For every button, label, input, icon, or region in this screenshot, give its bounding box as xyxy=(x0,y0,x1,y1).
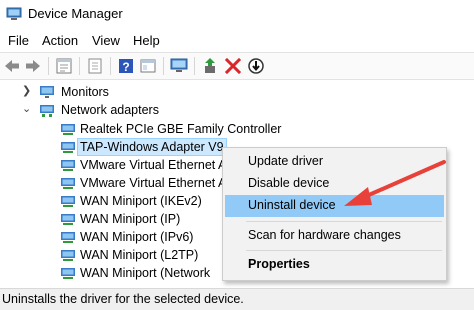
toolbar-separator xyxy=(194,57,195,75)
properties-menu-item[interactable]: Properties xyxy=(225,254,444,276)
back-icon[interactable] xyxy=(3,57,21,75)
view-icon[interactable] xyxy=(139,57,157,75)
network-adapter-icon xyxy=(61,268,75,279)
tree-item-network-adapters[interactable]: ⌄ Network adapters xyxy=(0,100,300,120)
menu-separator xyxy=(246,221,442,222)
forward-icon[interactable] xyxy=(24,57,42,75)
menu-item-label: Update driver xyxy=(248,154,324,168)
toolbar-separator xyxy=(110,57,111,75)
adapter-label: WAN Miniport (IP) xyxy=(80,212,181,226)
adapter-label: VMware Virtual Ethernet A xyxy=(80,176,227,190)
adapter-label: Realtek PCIe GBE Family Controller xyxy=(80,122,282,136)
update-driver-icon[interactable] xyxy=(86,57,104,75)
scan-icon[interactable] xyxy=(170,57,188,75)
network-adapter-icon xyxy=(61,142,75,153)
network-icon xyxy=(40,105,54,117)
update-driver-menu-item[interactable]: Update driver xyxy=(225,151,444,173)
adapter-label: WAN Miniport (IPv6) xyxy=(80,230,194,244)
title-bar: Device Manager xyxy=(0,0,474,30)
menu-bar: File Action View Help xyxy=(0,30,474,52)
menu-separator xyxy=(246,250,442,251)
network-adapter-icon xyxy=(61,196,75,207)
network-adapter-icon xyxy=(61,250,75,261)
menu-help[interactable]: Help xyxy=(131,32,162,49)
window-title: Device Manager xyxy=(28,6,123,21)
network-adapter-icon xyxy=(61,160,75,171)
list-item[interactable]: Realtek PCIe GBE Family Controller xyxy=(0,119,300,139)
tree-item-label: Network adapters xyxy=(61,103,159,117)
chevron-down-icon[interactable]: ⌄ xyxy=(22,102,32,116)
properties-icon[interactable] xyxy=(55,57,73,75)
network-adapter-icon xyxy=(61,232,75,243)
status-bar: Uninstalls the driver for the selected d… xyxy=(0,288,474,310)
help-icon[interactable]: ? xyxy=(117,57,135,75)
tree-item-label: Monitors xyxy=(61,85,109,99)
status-text: Uninstalls the driver for the selected d… xyxy=(2,292,244,306)
disable-icon[interactable] xyxy=(247,57,265,75)
chevron-right-icon[interactable]: ❯ xyxy=(22,84,32,98)
adapter-label: WAN Miniport (IKEv2) xyxy=(80,194,202,208)
toolbar-separator xyxy=(48,57,49,75)
network-adapter-icon xyxy=(61,178,75,189)
enable-device-icon[interactable] xyxy=(201,57,219,75)
network-adapter-icon xyxy=(61,124,75,135)
menu-item-label: Scan for hardware changes xyxy=(248,228,401,242)
toolbar: ? xyxy=(0,52,474,80)
disable-device-menu-item[interactable]: Disable device xyxy=(225,173,444,195)
svg-text:?: ? xyxy=(122,60,129,74)
menu-item-label: Properties xyxy=(248,257,310,271)
menu-file[interactable]: File xyxy=(6,32,31,49)
monitor-icon xyxy=(40,86,54,98)
adapter-label: WAN Miniport (Network xyxy=(80,266,211,280)
toolbar-separator xyxy=(163,57,164,75)
scan-hardware-menu-item[interactable]: Scan for hardware changes xyxy=(225,225,444,247)
menu-item-label: Disable device xyxy=(248,176,330,190)
adapter-label: TAP-Windows Adapter V9 xyxy=(77,138,227,156)
menu-item-label: Uninstall device xyxy=(248,198,336,212)
menu-view[interactable]: View xyxy=(90,32,122,49)
adapter-label: WAN Miniport (L2TP) xyxy=(80,248,199,262)
toolbar-separator xyxy=(79,57,80,75)
adapter-label: VMware Virtual Ethernet A xyxy=(80,158,227,172)
uninstall-device-menu-item[interactable]: Uninstall device xyxy=(225,195,444,217)
uninstall-icon[interactable] xyxy=(224,57,242,75)
menu-action[interactable]: Action xyxy=(40,32,80,49)
context-menu: Update driver Disable device Uninstall d… xyxy=(222,147,447,281)
tree-item-monitors[interactable]: ❯ Monitors xyxy=(0,82,300,102)
device-manager-icon xyxy=(6,7,22,20)
network-adapter-icon xyxy=(61,214,75,225)
